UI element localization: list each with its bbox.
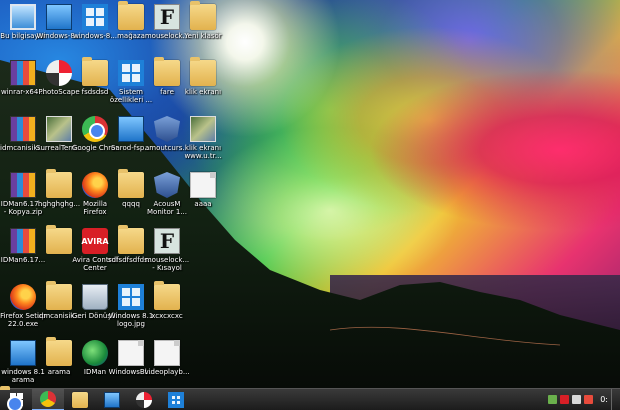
desktop-icon-label: xcxcxcxc: [151, 312, 183, 320]
desktop-icon-label: IDMan6.17...: [0, 256, 46, 264]
this-pc-icon: [10, 4, 36, 30]
mozilla-firefox-icon: [82, 172, 108, 198]
idmcanisik-rar-icon: [10, 116, 36, 142]
firefox-setup-icon: [10, 284, 36, 310]
taskbar-clock[interactable]: 0:: [600, 395, 608, 404]
taskbar-pinned-apps: [32, 388, 192, 410]
flag-icon[interactable]: [584, 395, 594, 404]
avira-control-center-icon: AVIRA: [81, 228, 109, 254]
arama-folder-icon: [46, 337, 72, 366]
network-icon[interactable]: [548, 395, 558, 404]
photoscape-icon: [46, 60, 72, 86]
surrealterri-icon: [46, 116, 72, 142]
desktop-icon-label: Yeni klasör: [184, 32, 222, 40]
taskbar-button[interactable]: [96, 389, 128, 410]
chrome-taskbar-icon: [40, 390, 56, 407]
yeni-klasor-icon: [190, 1, 216, 30]
desktop-icon[interactable]: Yeni klasör: [180, 1, 226, 40]
system-tray: 0:: [548, 388, 620, 410]
klik-ekrani-folder-icon: [190, 57, 216, 86]
desktop-icon-label: mouselock... - Kısayol: [144, 256, 190, 272]
windows-store-taskbar-icon: [168, 391, 184, 408]
qqqq-folder-icon: [118, 169, 144, 198]
acousm-monitor-icon: [154, 172, 180, 198]
idman-zip-icon: [10, 228, 36, 254]
mouselock-app-icon: F: [154, 4, 180, 30]
desktop-icon[interactable]: xcxcxcxc: [144, 281, 190, 320]
recycle-bin-icon: [82, 284, 108, 310]
mouselock-kisayol-icon: F: [154, 228, 180, 254]
windows8-win-icon: [82, 4, 108, 30]
taskbar-button[interactable]: [160, 389, 192, 410]
avira-tray-icon[interactable]: [560, 395, 570, 404]
sarod-file-icon: [118, 116, 144, 142]
desktop-icon[interactable]: klik ekranı: [180, 57, 226, 96]
taskbar-button[interactable]: [32, 388, 64, 410]
magaza-folder-icon: [118, 1, 144, 30]
taskbar-button[interactable]: [128, 389, 160, 410]
windowsbl-file-icon: [118, 340, 144, 366]
desktop-icon-label: klik ekranı: [184, 88, 222, 96]
desktop-icon[interactable]: klik ekranı www.u.tr...: [180, 116, 226, 160]
file-explorer-taskbar-icon: [72, 391, 88, 408]
fare-folder-icon: [154, 57, 180, 86]
desktop-icon[interactable]: Fmouselock... - Kısayol: [144, 228, 190, 272]
idman-app-icon: [82, 340, 108, 366]
klik-ekrani-img-icon: [190, 116, 216, 142]
taskbar: 0:: [0, 388, 620, 410]
desktop-icon[interactable]: videoplayb...: [144, 340, 190, 376]
windows8-file-icon: [46, 4, 72, 30]
photoscape-taskbar-icon: [136, 391, 152, 408]
desktop-icon[interactable]: aaaa: [180, 172, 226, 208]
winrar-icon: [10, 60, 36, 86]
windows81-arama-icon: [10, 340, 36, 366]
unnamed-folder-icon: [46, 225, 72, 254]
hghghgh-folder-icon: [46, 169, 72, 198]
sistem-ozellikleri-icon: [118, 60, 144, 86]
clock-time: 0:: [600, 395, 608, 404]
taskbar-button[interactable]: [64, 389, 96, 410]
desktop-icon-label: aaaa: [194, 200, 212, 208]
xcxcxcxc-folder-icon: [154, 281, 180, 310]
paint-taskbar-icon: [104, 391, 120, 408]
idman-kopya-icon: [10, 172, 36, 198]
google-chrome-icon: [82, 116, 108, 142]
show-desktop-button[interactable]: [611, 388, 616, 410]
amoutcurs-icon: [154, 116, 180, 142]
windows81-logo-icon: [118, 284, 144, 310]
idmcanisik-folder-icon: [46, 281, 72, 310]
desktop-icon-label: videoplayb...: [144, 368, 190, 376]
videoplayb-file-icon: [154, 340, 180, 366]
desktop-icon-label: klik ekranı www.u.tr...: [184, 144, 222, 160]
fsdsdsd-folder-icon: [82, 57, 108, 86]
volume-icon[interactable]: [572, 395, 582, 404]
aaaa-file-icon: [190, 172, 216, 198]
sdfsdfsdfds-folder-icon: [118, 225, 144, 254]
